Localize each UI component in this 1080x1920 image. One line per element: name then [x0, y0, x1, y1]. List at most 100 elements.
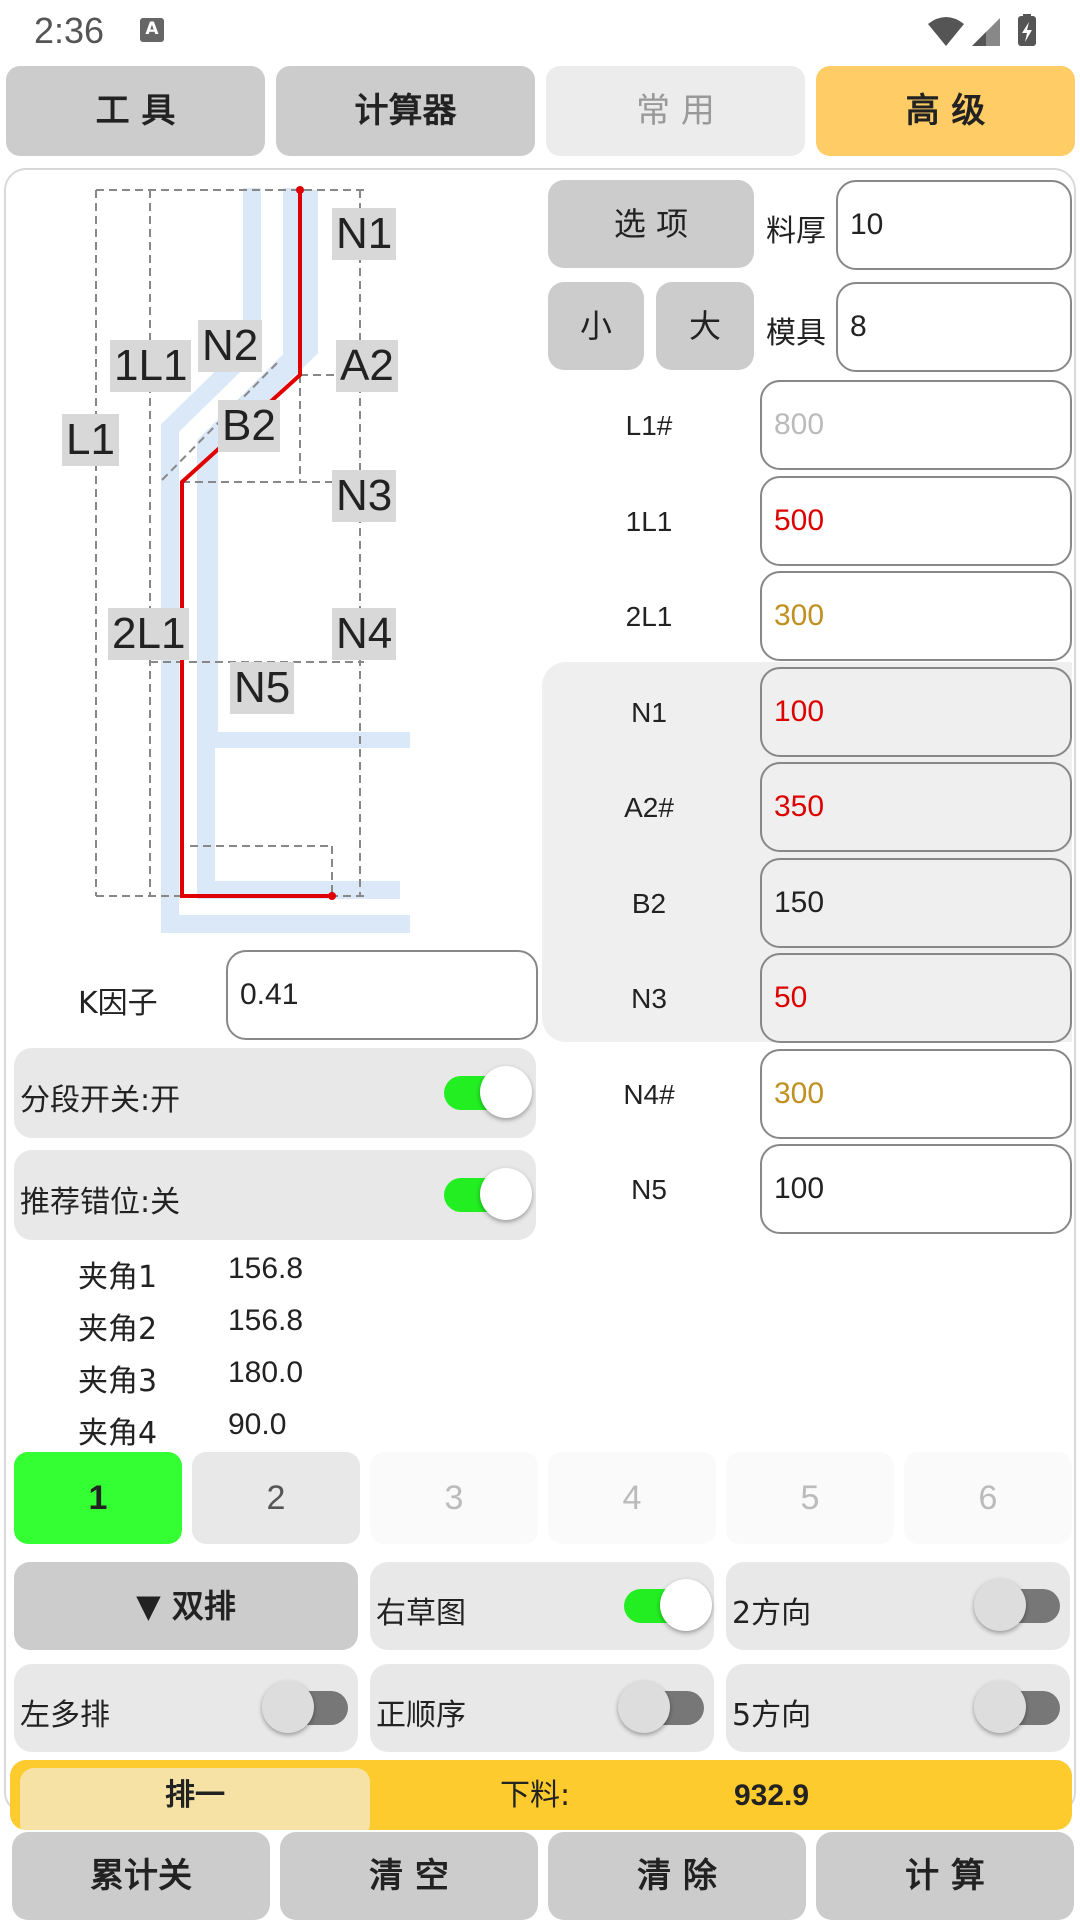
angle-row-4: 夹角4 90.0	[78, 1408, 286, 1452]
num-tab-4[interactable]: 4	[548, 1452, 716, 1544]
param-value-n4: 300	[774, 1077, 825, 1110]
num-tab-2[interactable]: 2	[192, 1452, 360, 1544]
bend-diagram-svg	[95, 186, 410, 933]
num-tab-5[interactable]: 5	[726, 1452, 894, 1544]
offset-switch-row[interactable]: 推荐错位:关	[14, 1150, 536, 1240]
dimension-lines	[95, 189, 364, 897]
top-tab-bar: 工 具 计算器 常 用 高 级	[6, 66, 1076, 156]
angle-label: 夹角2	[78, 1312, 158, 1347]
param-label-n1: N1	[631, 697, 667, 728]
param-label-l1: L1#	[625, 410, 673, 441]
cut-length-label: 下料:	[500, 1778, 571, 1813]
clear-button[interactable]: 清 除	[548, 1832, 806, 1920]
right-sketch-label: 右草图	[376, 1596, 466, 1631]
die-input[interactable]: 8	[836, 282, 1072, 372]
positive-order-label: 正顺序	[376, 1698, 466, 1733]
label-n1: N1	[332, 208, 397, 260]
num-tab-3[interactable]: 3	[370, 1452, 538, 1544]
param-input-n4[interactable]: 300	[760, 1049, 1072, 1139]
small-button[interactable]: 小	[548, 282, 644, 370]
clear-all-button[interactable]: 清 空	[280, 1832, 538, 1920]
segment-switch-row[interactable]: 分段开关:开	[14, 1048, 536, 1138]
angle-row-2: 夹角2 156.8	[78, 1304, 303, 1348]
right-sketch-row[interactable]: 右草图	[370, 1562, 714, 1650]
label-b2: B2	[218, 400, 280, 452]
offset-toggle[interactable]	[444, 1168, 532, 1220]
angle-label: 夹角4	[78, 1416, 158, 1451]
kfactor-input[interactable]: 0.41	[226, 950, 538, 1040]
thickness-label: 料厚	[766, 214, 826, 249]
result-tab[interactable]: 排一	[20, 1768, 370, 1830]
die-label: 模具	[766, 316, 826, 351]
angle-row-1: 夹角1 156.8	[78, 1252, 303, 1296]
param-label-a2: A2#	[624, 792, 674, 823]
cut-length-value: 932.9	[734, 1779, 810, 1812]
param-value-n3: 50	[774, 981, 808, 1014]
tab-advanced[interactable]: 高 级	[816, 66, 1075, 156]
direction-2-label: 2方向	[732, 1596, 812, 1631]
tab-common[interactable]: 常 用	[546, 66, 805, 156]
label-n3: N3	[332, 470, 397, 522]
label-n5: N5	[230, 662, 295, 714]
label-n2: N2	[198, 320, 263, 372]
direction-5-toggle[interactable]	[974, 1681, 1060, 1733]
label-n4: N4	[332, 608, 397, 660]
options-button[interactable]: 选 项	[548, 180, 754, 268]
toggle-knob	[974, 1681, 1026, 1733]
num-tab-1[interactable]: 1	[14, 1452, 182, 1544]
angle-label: 夹角1	[78, 1260, 158, 1295]
param-label-2l1: 2L1	[625, 601, 673, 632]
right-sketch-toggle[interactable]	[624, 1579, 712, 1631]
param-input-1l1[interactable]: 500	[760, 476, 1072, 566]
result-bar: 排一 下料: 932.9	[10, 1760, 1072, 1830]
param-value-n1: 100	[774, 695, 825, 728]
param-label-b2: B2	[631, 888, 667, 919]
param-label-1l1: 1L1	[625, 506, 673, 537]
label-l1: L1	[62, 414, 119, 466]
positive-order-toggle[interactable]	[618, 1681, 704, 1733]
angle-row-3: 夹角3 180.0	[78, 1356, 303, 1400]
toggle-knob	[660, 1579, 712, 1631]
calculate-button[interactable]: 计 算	[816, 1832, 1074, 1920]
angle-value: 156.8	[228, 1252, 304, 1285]
angle-value: 180.0	[228, 1356, 304, 1389]
tab-tools[interactable]: 工 具	[6, 66, 265, 156]
notification-a-icon: A	[140, 18, 164, 42]
direction-2-row[interactable]: 2方向	[726, 1562, 1070, 1650]
param-input-n1[interactable]: 100	[760, 667, 1072, 757]
bend-diagram: N1 N2 1L1 A2 L1 B2 N3 2L1 N4 N5	[62, 180, 490, 940]
status-icons	[928, 14, 1036, 46]
param-value-a2: 350	[774, 790, 825, 823]
toggle-knob	[480, 1066, 532, 1118]
param-input-2l1[interactable]: 300	[760, 571, 1072, 661]
accumulate-off-button[interactable]: 累计关	[12, 1832, 270, 1920]
status-time: 2:36	[34, 10, 105, 51]
param-value-b2: 150	[774, 886, 825, 919]
double-row-dropdown[interactable]: ▼ 双排	[14, 1562, 358, 1650]
param-input-n5[interactable]: 100	[760, 1144, 1072, 1234]
param-input-l1[interactable]: 800	[760, 380, 1072, 470]
num-tab-6[interactable]: 6	[904, 1452, 1072, 1544]
angle-value: 156.8	[228, 1304, 304, 1337]
toggle-knob	[974, 1579, 1026, 1631]
param-input-b2[interactable]: 150	[760, 858, 1072, 948]
param-label-n4: N4#	[623, 1079, 675, 1110]
segment-switch-label: 分段开关:开	[20, 1083, 181, 1118]
thickness-input[interactable]: 10	[836, 180, 1072, 270]
direction-5-row[interactable]: 5方向	[726, 1664, 1070, 1752]
param-input-n3[interactable]: 50	[760, 953, 1072, 1043]
left-multi-label: 左多排	[20, 1698, 110, 1733]
left-multi-toggle[interactable]	[262, 1681, 348, 1733]
tab-calculator[interactable]: 计算器	[276, 66, 535, 156]
positive-order-row[interactable]: 正顺序	[370, 1664, 714, 1752]
param-value-2l1: 300	[774, 599, 825, 632]
left-multi-row[interactable]: 左多排	[14, 1664, 358, 1752]
param-value-1l1: 500	[774, 504, 825, 537]
wifi-icon	[928, 17, 964, 46]
segment-toggle[interactable]	[444, 1066, 532, 1118]
param-input-a2[interactable]: 350	[760, 762, 1072, 852]
direction-2-toggle[interactable]	[974, 1579, 1060, 1631]
large-button[interactable]: 大	[656, 282, 754, 370]
angle-label: 夹角3	[78, 1364, 158, 1399]
param-value-n5: 100	[774, 1172, 825, 1205]
